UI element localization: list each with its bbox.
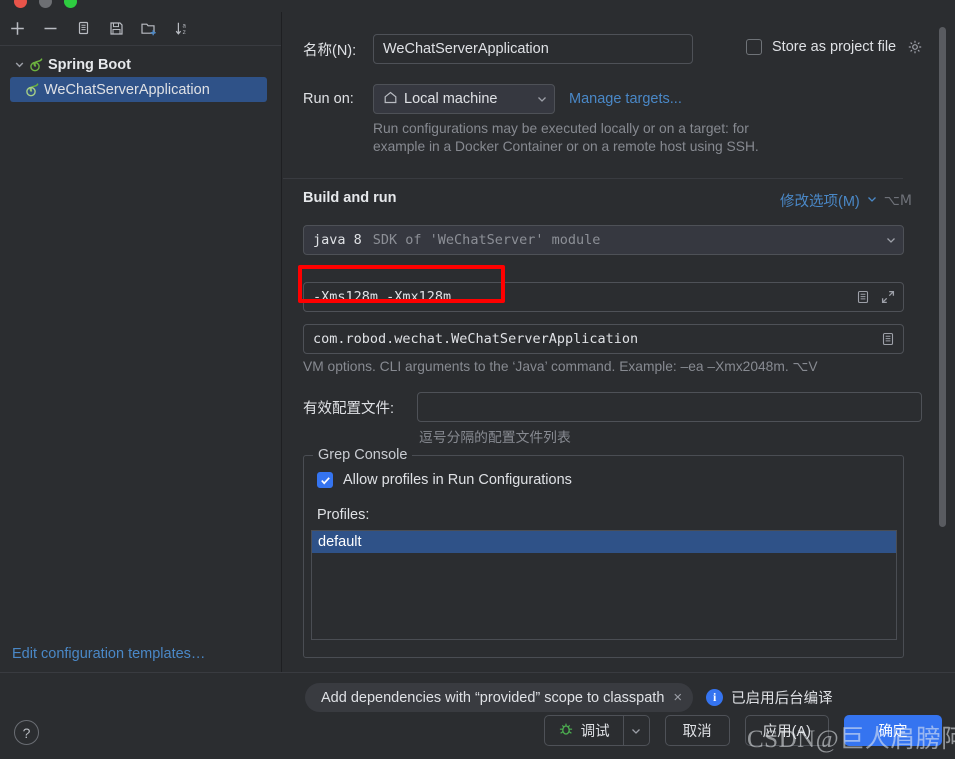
sidebar-toolbar: a z: [0, 12, 281, 46]
provided-scope-chip[interactable]: Add dependencies with “provided” scope t…: [305, 683, 694, 712]
expand-list-icon[interactable]: [879, 330, 897, 348]
sort-alphabetically-icon[interactable]: a z: [172, 19, 192, 39]
tree-item-label: WeChatServerApplication: [44, 81, 210, 98]
help-button[interactable]: ?: [14, 720, 39, 745]
modify-options-shortcut: ⌥M: [883, 192, 912, 209]
configuration-editor-panel: 名称(N): WeChatServerApplication Store as …: [283, 12, 955, 672]
save-icon[interactable]: [106, 19, 126, 39]
store-as-project-file-checkbox[interactable]: [746, 39, 762, 55]
active-profiles-row: 有效配置文件:: [303, 392, 922, 422]
tree-group-label: Spring Boot: [48, 56, 131, 73]
profiles-label: Profiles:: [317, 507, 370, 523]
footer-status-row: Add dependencies with “provided” scope t…: [305, 683, 833, 712]
build-and-run-title: Build and run: [303, 190, 397, 206]
debug-button-label: 调试: [580, 724, 610, 740]
active-profiles-label: 有效配置文件:: [303, 400, 395, 417]
footer-buttons: 调试 取消 应用(A) 确定: [543, 715, 942, 746]
run-debug-configurations-dialog: a z Spring Boot WeChatServerApplication …: [0, 0, 955, 759]
svg-text:z: z: [182, 29, 186, 36]
main-class-field[interactable]: com.robod.wechat.WeChatServerApplication: [303, 324, 904, 354]
profiles-list[interactable]: default: [311, 530, 897, 640]
active-profiles-input[interactable]: [417, 392, 922, 422]
cancel-button[interactable]: 取消: [664, 715, 730, 746]
modify-options-row[interactable]: 修改选项(M) ⌥M: [780, 190, 912, 211]
jre-primary-value: java 8: [313, 232, 362, 248]
new-folder-icon[interactable]: [139, 19, 159, 39]
close-window-icon[interactable]: [14, 0, 27, 8]
spring-boot-icon: [28, 56, 45, 73]
run-on-target-select[interactable]: Local machine: [373, 84, 555, 114]
vertical-scrollbar[interactable]: [939, 27, 946, 527]
active-profiles-hint: 逗号分隔的配置文件列表: [419, 430, 571, 445]
expand-editor-icon[interactable]: [879, 288, 897, 306]
allow-profiles-label: Allow profiles in Run Configurations: [343, 472, 572, 488]
provided-scope-chip-label: Add dependencies with “provided” scope t…: [321, 689, 665, 706]
add-icon[interactable]: [7, 19, 27, 39]
expand-list-icon[interactable]: [854, 288, 872, 306]
edit-configuration-templates-link[interactable]: Edit configuration templates…: [12, 646, 205, 662]
chevron-down-icon[interactable]: [866, 192, 878, 210]
chevron-down-icon[interactable]: [885, 234, 897, 246]
name-label: 名称(N):: [303, 42, 357, 59]
remove-icon[interactable]: [40, 19, 60, 39]
debug-button-group[interactable]: 调试: [543, 715, 650, 746]
allow-profiles-checkbox[interactable]: [317, 472, 333, 488]
modify-options-link[interactable]: 修改选项(M): [780, 190, 860, 211]
run-on-target-value: Local machine: [404, 91, 498, 107]
gear-icon[interactable]: [906, 38, 924, 56]
dialog-footer: Add dependencies with “provided” scope t…: [0, 672, 955, 759]
tree-item-wechatserverapplication[interactable]: WeChatServerApplication: [10, 77, 267, 102]
bug-icon: [558, 721, 574, 741]
tree-group-spring-boot[interactable]: Spring Boot: [0, 52, 281, 77]
vm-options-hint: VM options. CLI arguments to the ‘Java’ …: [303, 359, 818, 374]
background-compile-label: 已启用后台编译: [731, 691, 833, 707]
store-as-project-file-label: Store as project file: [772, 39, 897, 55]
jre-secondary-value: SDK of 'WeChatServer' module: [372, 232, 601, 248]
store-as-project-file-row[interactable]: Store as project file: [746, 38, 924, 56]
grep-console-legend: Grep Console: [313, 447, 413, 463]
configurations-sidebar: a z Spring Boot WeChatServerApplication …: [0, 12, 282, 672]
window-controls[interactable]: [14, 0, 77, 8]
run-on-row: Run on: Local machine Manage targets...: [303, 84, 682, 114]
debug-button[interactable]: 调试: [543, 715, 623, 746]
ok-button[interactable]: 确定: [844, 715, 942, 746]
run-on-hint-line1: Run configurations may be executed local…: [373, 121, 749, 136]
info-icon: i: [706, 689, 724, 706]
name-input[interactable]: WeChatServerApplication: [373, 34, 693, 64]
vm-options-field[interactable]: -Xms128m -Xmx128m: [303, 282, 904, 312]
configurations-tree: Spring Boot WeChatServerApplication: [0, 46, 281, 102]
background-compile-status: i 已启用后台编译: [706, 687, 833, 708]
minimize-window-icon[interactable]: [39, 0, 52, 8]
apply-button[interactable]: 应用(A): [744, 715, 829, 746]
chevron-down-icon[interactable]: [12, 58, 26, 72]
section-divider: [283, 178, 903, 179]
run-on-hint-line2: example in a Docker Container or on a re…: [373, 139, 759, 154]
run-on-hint: Run configurations may be executed local…: [373, 120, 853, 156]
allow-profiles-row[interactable]: Allow profiles in Run Configurations: [317, 472, 572, 488]
home-icon: [383, 90, 398, 109]
manage-targets-link[interactable]: Manage targets...: [569, 91, 682, 107]
maximize-window-icon[interactable]: [64, 0, 77, 8]
close-icon[interactable]: ×: [673, 689, 682, 706]
name-row: 名称(N): WeChatServerApplication: [303, 34, 693, 64]
jre-select[interactable]: java 8 SDK of 'WeChatServer' module: [303, 225, 904, 255]
grep-console-group: Grep Console Allow profiles in Run Confi…: [303, 447, 904, 658]
list-item[interactable]: default: [312, 531, 896, 553]
run-on-label: Run on:: [303, 91, 354, 107]
chevron-down-icon[interactable]: [536, 93, 548, 105]
copy-icon[interactable]: [73, 19, 93, 39]
debug-dropdown-arrow[interactable]: [622, 715, 650, 746]
spring-boot-icon: [24, 81, 41, 98]
